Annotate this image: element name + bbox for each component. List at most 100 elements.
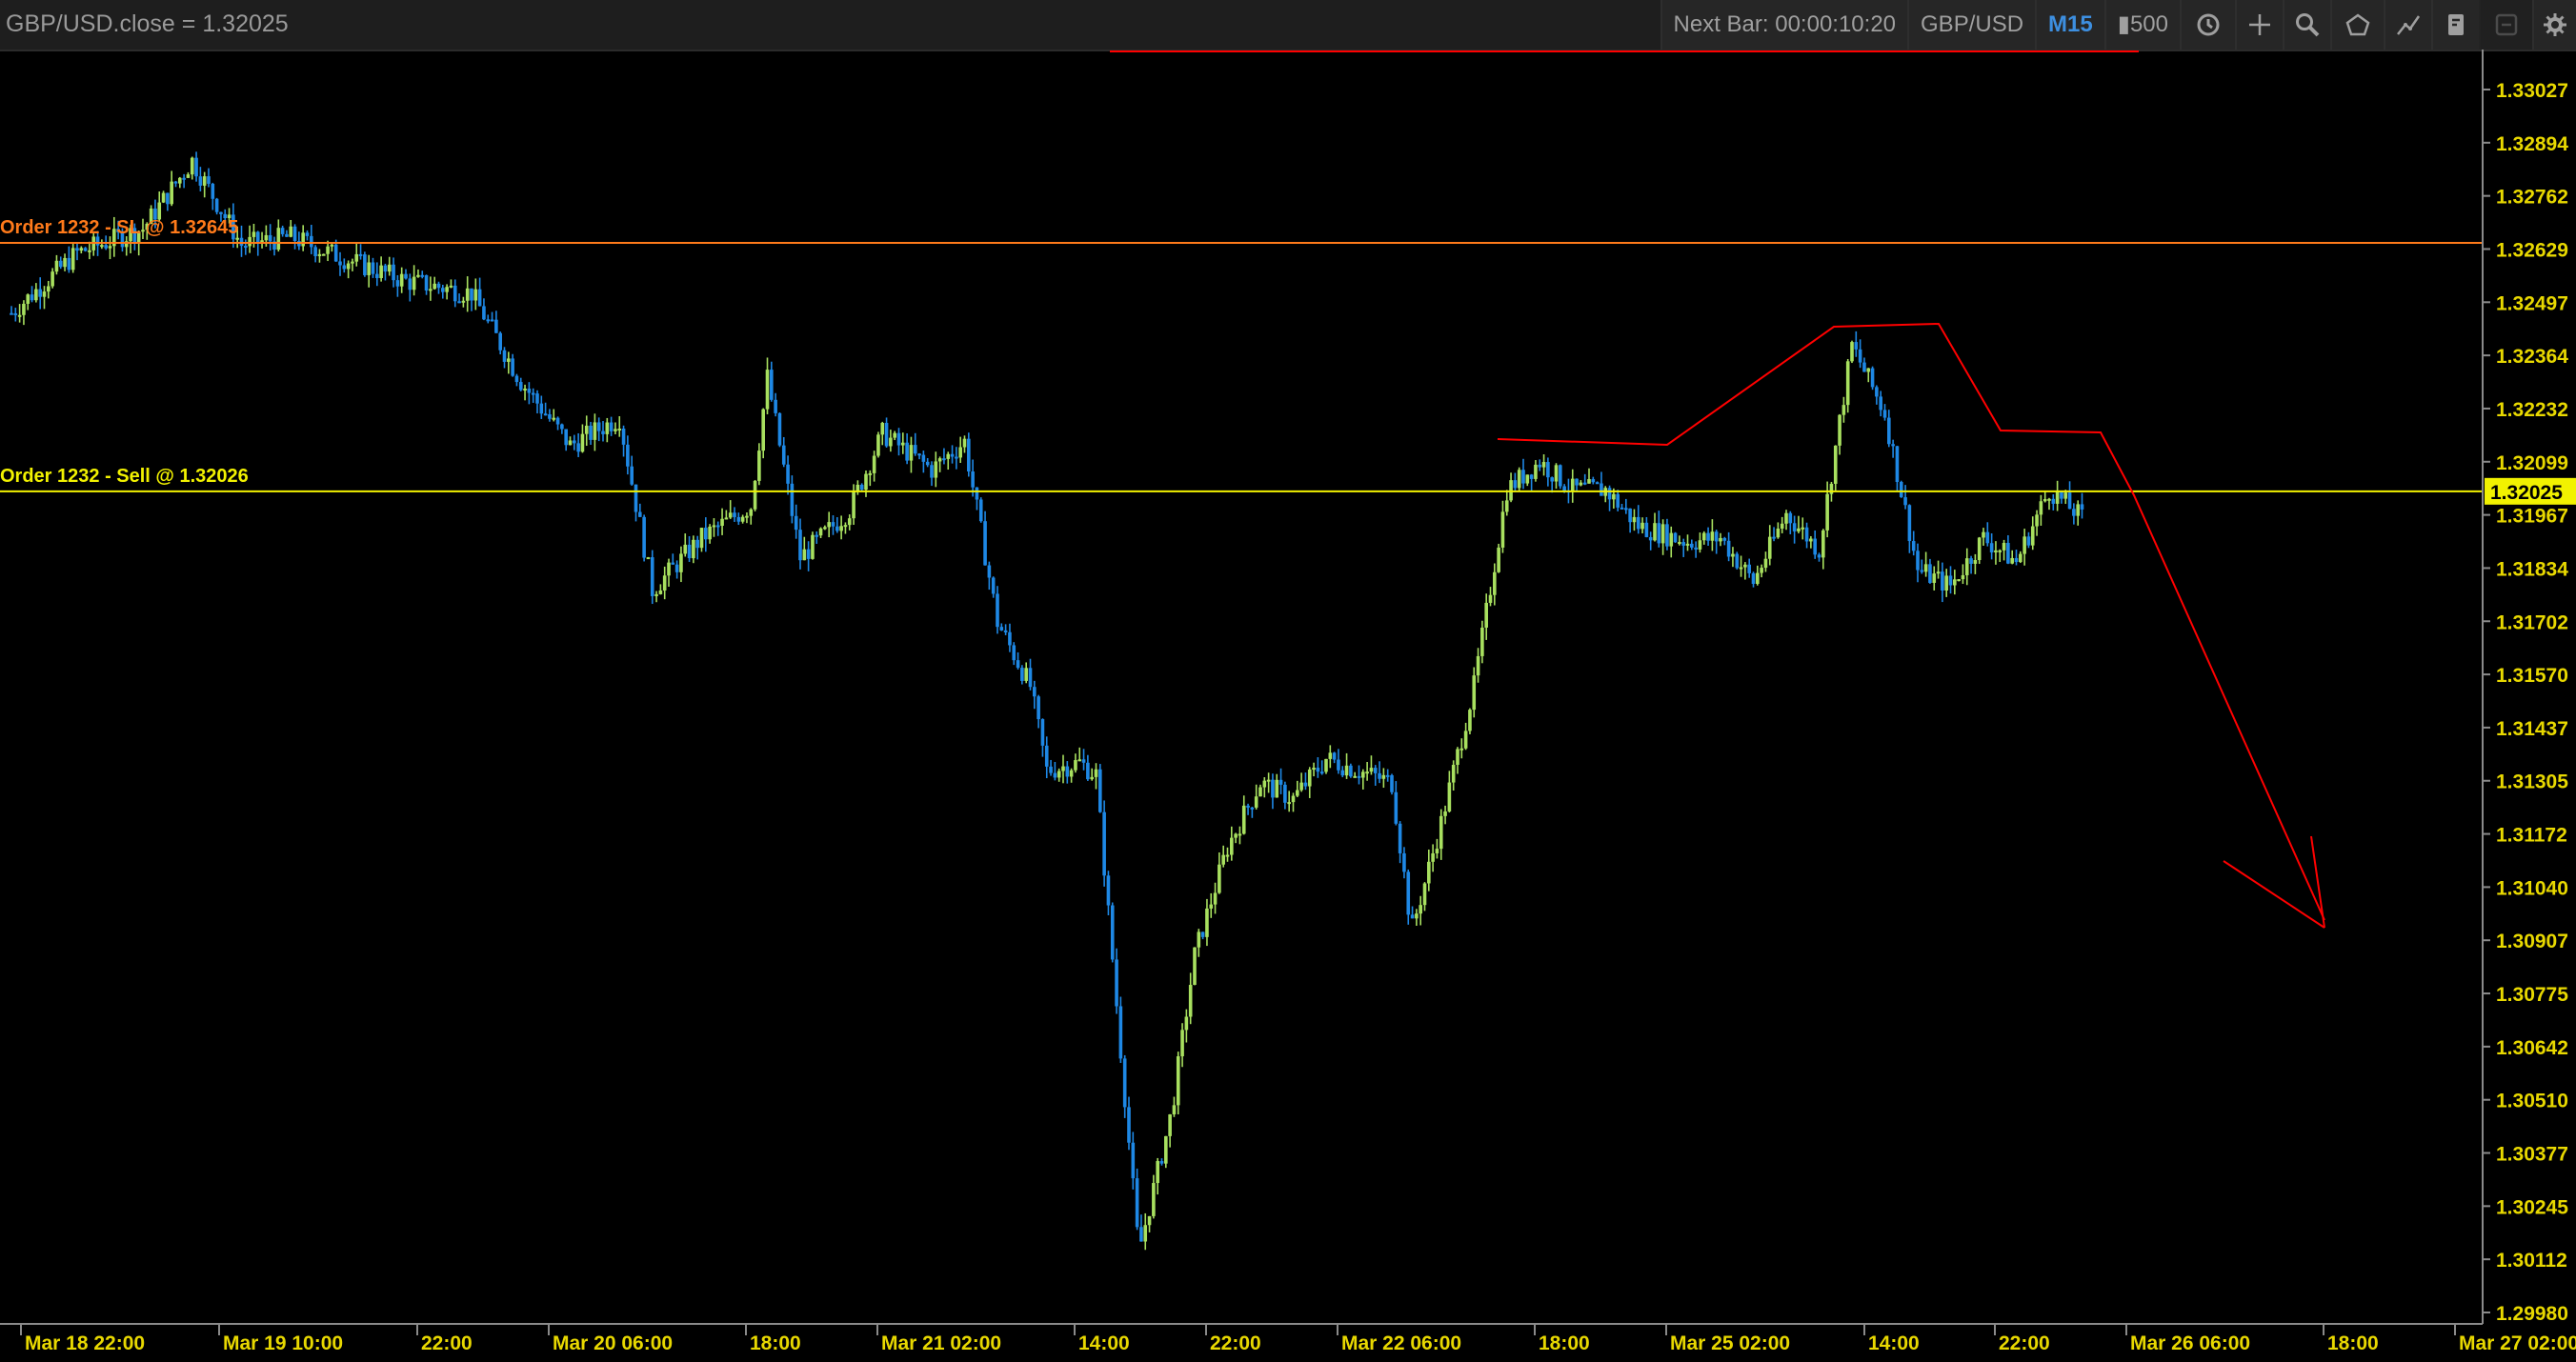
refresh-button[interactable] bbox=[2180, 0, 2235, 50]
candle-body bbox=[946, 453, 951, 459]
candle-body bbox=[1172, 1105, 1177, 1115]
price-chart[interactable]: Order 1232 - SL @ 1.32645 Order 1232 - Se… bbox=[0, 50, 2576, 1362]
candle-body bbox=[1106, 875, 1111, 906]
candle-body bbox=[507, 358, 511, 362]
candle-body bbox=[876, 434, 880, 456]
candle-body bbox=[1394, 791, 1399, 824]
disabled-tool-button[interactable] bbox=[2479, 0, 2532, 50]
candle-body bbox=[1636, 516, 1640, 530]
candle-body bbox=[465, 288, 470, 301]
candle-body bbox=[1612, 493, 1616, 500]
candle-body bbox=[962, 438, 967, 448]
candle-body bbox=[925, 461, 930, 466]
bar-count-selector[interactable]: ▮500 bbox=[2103, 0, 2180, 50]
candle-body bbox=[1681, 542, 1685, 546]
candle-body bbox=[715, 525, 720, 528]
candle-body bbox=[1698, 540, 1702, 550]
candle-body bbox=[395, 280, 400, 287]
candle-body bbox=[658, 590, 663, 594]
candle-body bbox=[1422, 883, 1427, 906]
candle-body bbox=[1353, 775, 1357, 778]
candle-body bbox=[1644, 522, 1649, 537]
symbol-selector[interactable]: GBP/USD bbox=[1907, 0, 2036, 50]
price-axis[interactable]: 1.33027 1.32894 1.32762 1.32629 1.32497 1.323… bbox=[2482, 50, 2568, 1325]
candle-body bbox=[1546, 462, 1550, 478]
shape-tool-button[interactable] bbox=[2330, 0, 2384, 50]
candle-body bbox=[1969, 558, 1973, 564]
zoom-button[interactable] bbox=[2283, 0, 2330, 50]
candle-body bbox=[83, 248, 88, 251]
candle-body bbox=[1406, 871, 1411, 915]
candle-body bbox=[983, 521, 987, 566]
candle-body bbox=[671, 562, 675, 565]
candle-body bbox=[1784, 512, 1788, 524]
candle-body bbox=[486, 319, 491, 322]
candle-body bbox=[1989, 543, 1994, 552]
candle-body bbox=[2063, 492, 2068, 499]
candle-body bbox=[1870, 368, 1875, 388]
candle-body bbox=[1694, 547, 1698, 550]
price-tick-label: 1.32497 bbox=[2496, 292, 2568, 314]
price-tick-label: 1.30775 bbox=[2496, 984, 2568, 1006]
candle-body bbox=[634, 484, 638, 512]
price-tick-label: 1.31305 bbox=[2496, 771, 2568, 793]
candle-body bbox=[367, 262, 371, 275]
candle-body bbox=[1875, 387, 1879, 397]
line-tool-button[interactable] bbox=[2384, 0, 2431, 50]
candle-body bbox=[905, 442, 909, 461]
time-tick-label: 22:00 bbox=[1999, 1332, 2050, 1354]
timeframe-selector[interactable]: M15 bbox=[2035, 0, 2104, 50]
candle-body bbox=[757, 451, 761, 481]
candle-body bbox=[1722, 537, 1727, 541]
candle-body bbox=[761, 409, 765, 451]
candle-body bbox=[1767, 536, 1772, 559]
candle-body bbox=[1221, 854, 1225, 865]
candle-body bbox=[100, 245, 104, 248]
candle-body bbox=[552, 417, 556, 420]
time-axis[interactable]: Mar 18 22:00 Mar 19 10:00 22:00 Mar 20 06:0… bbox=[0, 1323, 2576, 1354]
candle-body bbox=[818, 528, 823, 536]
candle-icon: ▮ bbox=[2117, 11, 2130, 37]
candle-body bbox=[1415, 913, 1419, 919]
candle-body bbox=[346, 263, 351, 270]
price-tick-label: 1.29980 bbox=[2496, 1303, 2568, 1325]
candle-body bbox=[1858, 349, 1862, 363]
candle-body bbox=[1069, 770, 1074, 777]
candle-body bbox=[1332, 752, 1337, 760]
crosshair-button[interactable] bbox=[2235, 0, 2283, 50]
candle-body bbox=[1398, 823, 1402, 853]
candle-body bbox=[1714, 531, 1719, 542]
price-tick-label: 1.30112 bbox=[2496, 1250, 2567, 1272]
candle-body bbox=[2014, 557, 2019, 563]
candle-body bbox=[1529, 474, 1534, 479]
price-tick-label: 1.31172 bbox=[2496, 825, 2567, 847]
zoom-icon bbox=[2296, 13, 2320, 37]
candle-body bbox=[1882, 410, 1887, 418]
candle-body bbox=[1923, 564, 1928, 572]
candle-body bbox=[1685, 543, 1690, 546]
settings-button[interactable] bbox=[2532, 0, 2576, 50]
candle-body bbox=[1118, 1006, 1123, 1059]
candle-body bbox=[539, 403, 544, 414]
candle-body bbox=[1254, 796, 1258, 808]
candle-body bbox=[991, 577, 996, 594]
candle-body bbox=[1998, 550, 2002, 552]
template-button[interactable] bbox=[2431, 0, 2479, 50]
candle-body bbox=[724, 517, 729, 520]
candle-body bbox=[268, 234, 272, 242]
candle-body bbox=[1213, 892, 1218, 905]
price-tick-label: 1.32232 bbox=[2496, 399, 2568, 421]
candle-body bbox=[1521, 470, 1525, 484]
candle-body bbox=[502, 350, 507, 362]
candle-body bbox=[971, 471, 975, 488]
candle-body bbox=[790, 483, 795, 516]
candle-body bbox=[166, 192, 170, 205]
candle-body bbox=[1985, 531, 1990, 544]
price-tick-label: 1.31834 bbox=[2496, 558, 2568, 580]
candle-body bbox=[1324, 758, 1328, 772]
candle-body bbox=[1607, 488, 1612, 500]
candle-body bbox=[609, 422, 614, 431]
candle-body bbox=[1657, 523, 1661, 544]
candle-body bbox=[330, 244, 334, 247]
candle-body bbox=[1517, 470, 1521, 489]
